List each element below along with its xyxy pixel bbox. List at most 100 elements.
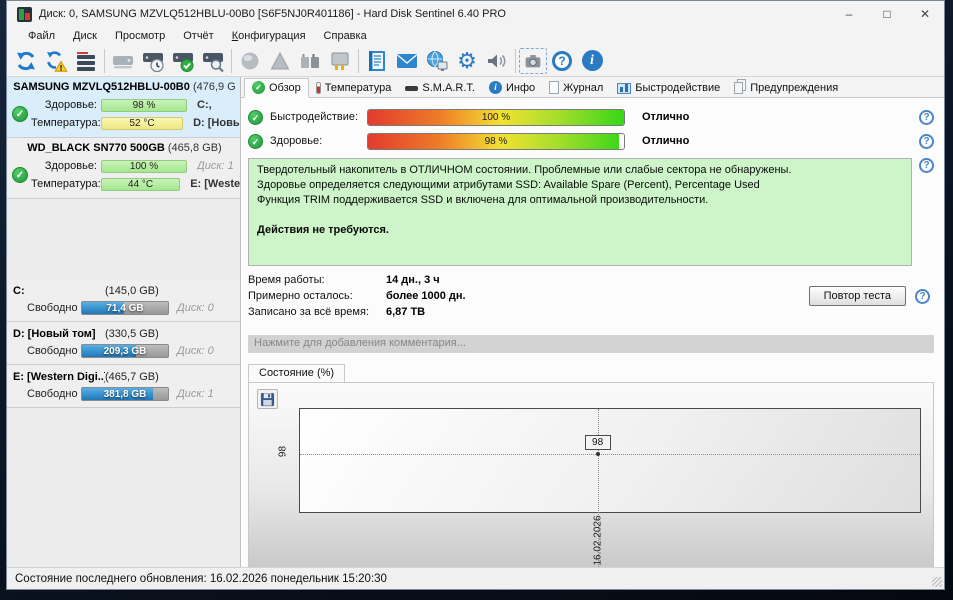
toolbar-pyramid-button[interactable] [265,46,295,76]
window-title: Диск: 0, SAMSUNG MZVLQ512HBLU-00B0 [S6F5… [39,8,822,20]
free-space-value: 71,4 GB [82,302,168,314]
tab-smart[interactable]: S.M.A.R.T. [398,80,482,97]
health-label: Здоровье: [31,99,101,111]
toolbar-settings-button[interactable]: ⚙ [452,46,482,76]
disk-size: (476,9 G [193,81,236,93]
toolbar-separator [231,49,232,73]
toolbar-report-button[interactable] [362,46,392,76]
minimize-button[interactable]: – [830,1,868,27]
report-icon [365,49,389,73]
disk-number: Диск: 1 [197,160,234,172]
toolbar-screenshot-button[interactable] [519,48,547,74]
partition-size: (330,5 GB) [105,328,159,340]
disk-search-icon [201,49,225,73]
toolbar-help-button[interactable]: ? [547,46,577,76]
partition-disk-number: Диск: 0 [177,302,214,314]
toolbar-info-button[interactable]: i [577,46,607,76]
help-icon[interactable]: ? [915,289,930,304]
partition-list-item-e[interactable]: E: [Western Digi..] (465,7 GB) Свободно … [7,365,240,408]
partition-list-item-c[interactable]: C: (145,0 GB) Свободно 71,4 GB Диск: 0 [7,279,240,322]
ok-status-icon: ✓ [248,110,263,125]
health-value: 98 % [368,134,624,149]
free-label: Свободно [27,345,81,357]
stat-value: 14 дн., 3 ч [386,274,440,290]
resize-grip[interactable] [932,577,942,587]
disk-status-ok-icon: ✓ [12,106,28,122]
menu-help[interactable]: Справка [315,30,376,42]
tab-log[interactable]: Журнал [542,79,610,97]
toolbar-separator [358,49,359,73]
toolbar-mail-button[interactable] [392,46,422,76]
settings-gear-icon: ⚙ [457,50,477,72]
menu-report[interactable]: Отчёт [174,30,222,42]
menu-disk[interactable]: Диск [64,30,106,42]
save-chart-button[interactable] [257,389,278,409]
chart-tab-state[interactable]: Состояние (%) [248,364,345,383]
tab-temperature[interactable]: Температура [309,80,399,97]
retest-button[interactable]: Повтор теста [809,286,906,306]
stat-label: Примерно осталось: [248,290,386,306]
tab-overview[interactable]: ✓Обзор [244,78,309,98]
close-button[interactable]: ✕ [906,1,944,27]
screenshot-camera-icon [522,50,544,72]
mail-icon [395,49,419,73]
chart-icon [617,83,631,94]
stat-value: 6,87 TB [386,306,425,322]
tab-info[interactable]: iИнфо [482,79,542,97]
health-bar: 100 % [101,160,187,173]
health-description-box: Твердотельный накопитель в ОТЛИЧНОМ сост… [248,158,912,266]
comment-input[interactable]: Нажмите для добавления комментария... [248,335,934,353]
performance-bar: 100 % [367,109,625,126]
toolbar-disk-menu-button[interactable] [71,46,101,76]
disk-list-item-wd[interactable]: WD_BLACK SN770 500GB (465,8 GB) ✓ Здоров… [7,138,240,199]
chart-panel: 98 98 16.02.2026 [248,382,934,567]
toolbar-disk-clock-button[interactable] [138,46,168,76]
help-icon[interactable]: ? [919,134,934,149]
toolbar-refresh-button[interactable] [11,46,41,76]
health-bar: 98 % [367,133,625,150]
toolbar-separator [515,49,516,73]
toolbar-sound-button[interactable] [482,46,512,76]
toolbar-refresh-warning-button[interactable] [41,46,71,76]
toolbar-disk-overview-button[interactable] [108,46,138,76]
help-icon[interactable]: ? [919,110,934,125]
stat-label: Записано за всё время: [248,306,386,322]
toolbar-devices-button[interactable] [295,46,325,76]
description-section: Твердотельный накопитель в ОТЛИЧНОМ сост… [248,158,934,266]
grid-hline [300,454,920,455]
floppy-save-icon [260,392,275,407]
app-icon [17,7,32,22]
disk-volumes: C:, [197,99,212,111]
title-bar[interactable]: Диск: 0, SAMSUNG MZVLQ512HBLU-00B0 [S6F5… [7,1,944,27]
tab-performance[interactable]: Быстродействие [610,80,727,97]
disk-dash-icon [405,86,418,91]
temperature-label: Температура: [31,178,101,190]
disk-volumes: E: [Wester [190,178,240,190]
maximize-button[interactable]: □ [868,1,906,27]
stats-section: Время работы: 14 дн., 3 ч Примерно остал… [248,274,934,324]
help-icon[interactable]: ? [919,158,934,173]
temperature-bar: 44 °C [101,178,180,191]
stat-row: Записано за всё время: 6,87 TB [248,306,934,322]
free-space-bar: 209,3 GB [81,344,169,358]
tab-strip: ✓Обзор Температура S.M.A.R.T. iИнфо Журн… [241,77,944,98]
performance-value: 100 % [368,110,624,125]
menu-file[interactable]: Файл [19,30,64,42]
health-status: Отлично [642,135,689,147]
partition-list-item-d[interactable]: D: [Новый том] (330,5 GB) Свободно 209,3… [7,322,240,365]
toolbar-hardware-button[interactable] [325,46,355,76]
toolbar-disk-accept-button[interactable] [168,46,198,76]
toolbar-surface-button[interactable] [235,46,265,76]
disk-list-item-samsung[interactable]: SAMSUNG MZVLQ512HBLU-00B0 (476,9 G ✓ Здо… [7,77,240,138]
toolbar-disk-search-button[interactable] [198,46,228,76]
devices-icon [298,49,322,73]
menu-view[interactable]: Просмотр [106,30,174,42]
menu-configuration[interactable]: Конфигурация [223,30,315,42]
tab-alerts[interactable]: Предупреждения [727,80,845,97]
partition-size: (145,0 GB) [105,285,159,297]
partition-label: E: [Western Digi..] [13,371,105,383]
free-space-bar: 381,8 GB [81,387,169,401]
y-axis-tick: 98 [278,442,289,462]
sidebar-spacer [7,408,240,567]
toolbar-network-button[interactable] [422,46,452,76]
